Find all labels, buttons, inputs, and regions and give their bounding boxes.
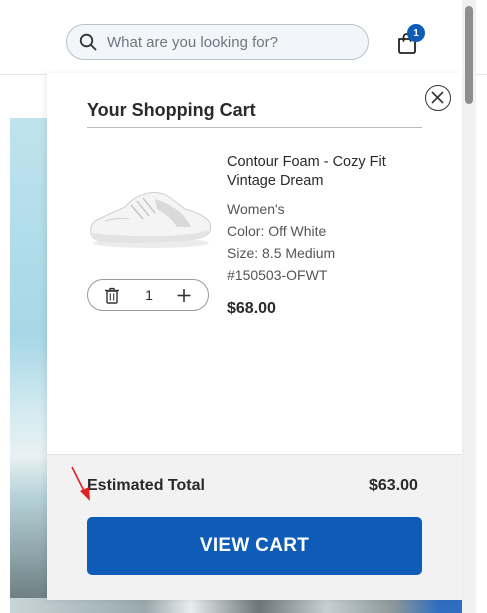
product-details: Women's Color: Off White Size: 8.5 Mediu… bbox=[227, 198, 417, 286]
close-button[interactable] bbox=[425, 85, 451, 111]
product-price: $68.00 bbox=[227, 300, 276, 317]
product-gender: Women's bbox=[227, 201, 285, 217]
trash-icon[interactable] bbox=[104, 287, 120, 304]
view-cart-button[interactable]: VIEW CART bbox=[87, 517, 422, 575]
plus-icon[interactable] bbox=[176, 287, 192, 304]
cart-button[interactable]: 1 bbox=[394, 24, 428, 56]
search-input[interactable] bbox=[107, 25, 357, 59]
cart-title: Your Shopping Cart bbox=[87, 100, 256, 120]
product-size: Size: 8.5 Medium bbox=[227, 245, 336, 261]
background-banner-image bbox=[10, 118, 48, 601]
scrollbar-thumb[interactable] bbox=[465, 6, 473, 104]
background-product-strip bbox=[10, 598, 462, 613]
product-image[interactable] bbox=[85, 183, 215, 253]
product-name-link[interactable]: Contour Foam - Cozy Fit Vintage Dream bbox=[227, 153, 417, 191]
cart-footer: Estimated Total $63.00 VIEW CART bbox=[47, 454, 462, 600]
red-arrow-pointer bbox=[71, 466, 90, 501]
quantity-value: 1 bbox=[145, 287, 153, 303]
close-icon bbox=[431, 91, 444, 104]
estimated-total-label: Estimated Total bbox=[87, 477, 205, 494]
cart-count-badge: 1 bbox=[407, 24, 425, 42]
estimated-total-value: $63.00 bbox=[369, 477, 418, 494]
quantity-stepper: 1 bbox=[87, 279, 209, 311]
site-header: 1 bbox=[0, 0, 487, 75]
product-sku: #150503-OFWT bbox=[227, 267, 328, 283]
search-bar[interactable] bbox=[66, 24, 369, 60]
product-color: Color: Off White bbox=[227, 223, 327, 239]
search-icon[interactable] bbox=[79, 33, 97, 51]
title-divider bbox=[87, 127, 422, 128]
cart-drawer: Your Shopping Cart 1 Contour Foam - Cozy… bbox=[47, 73, 462, 600]
